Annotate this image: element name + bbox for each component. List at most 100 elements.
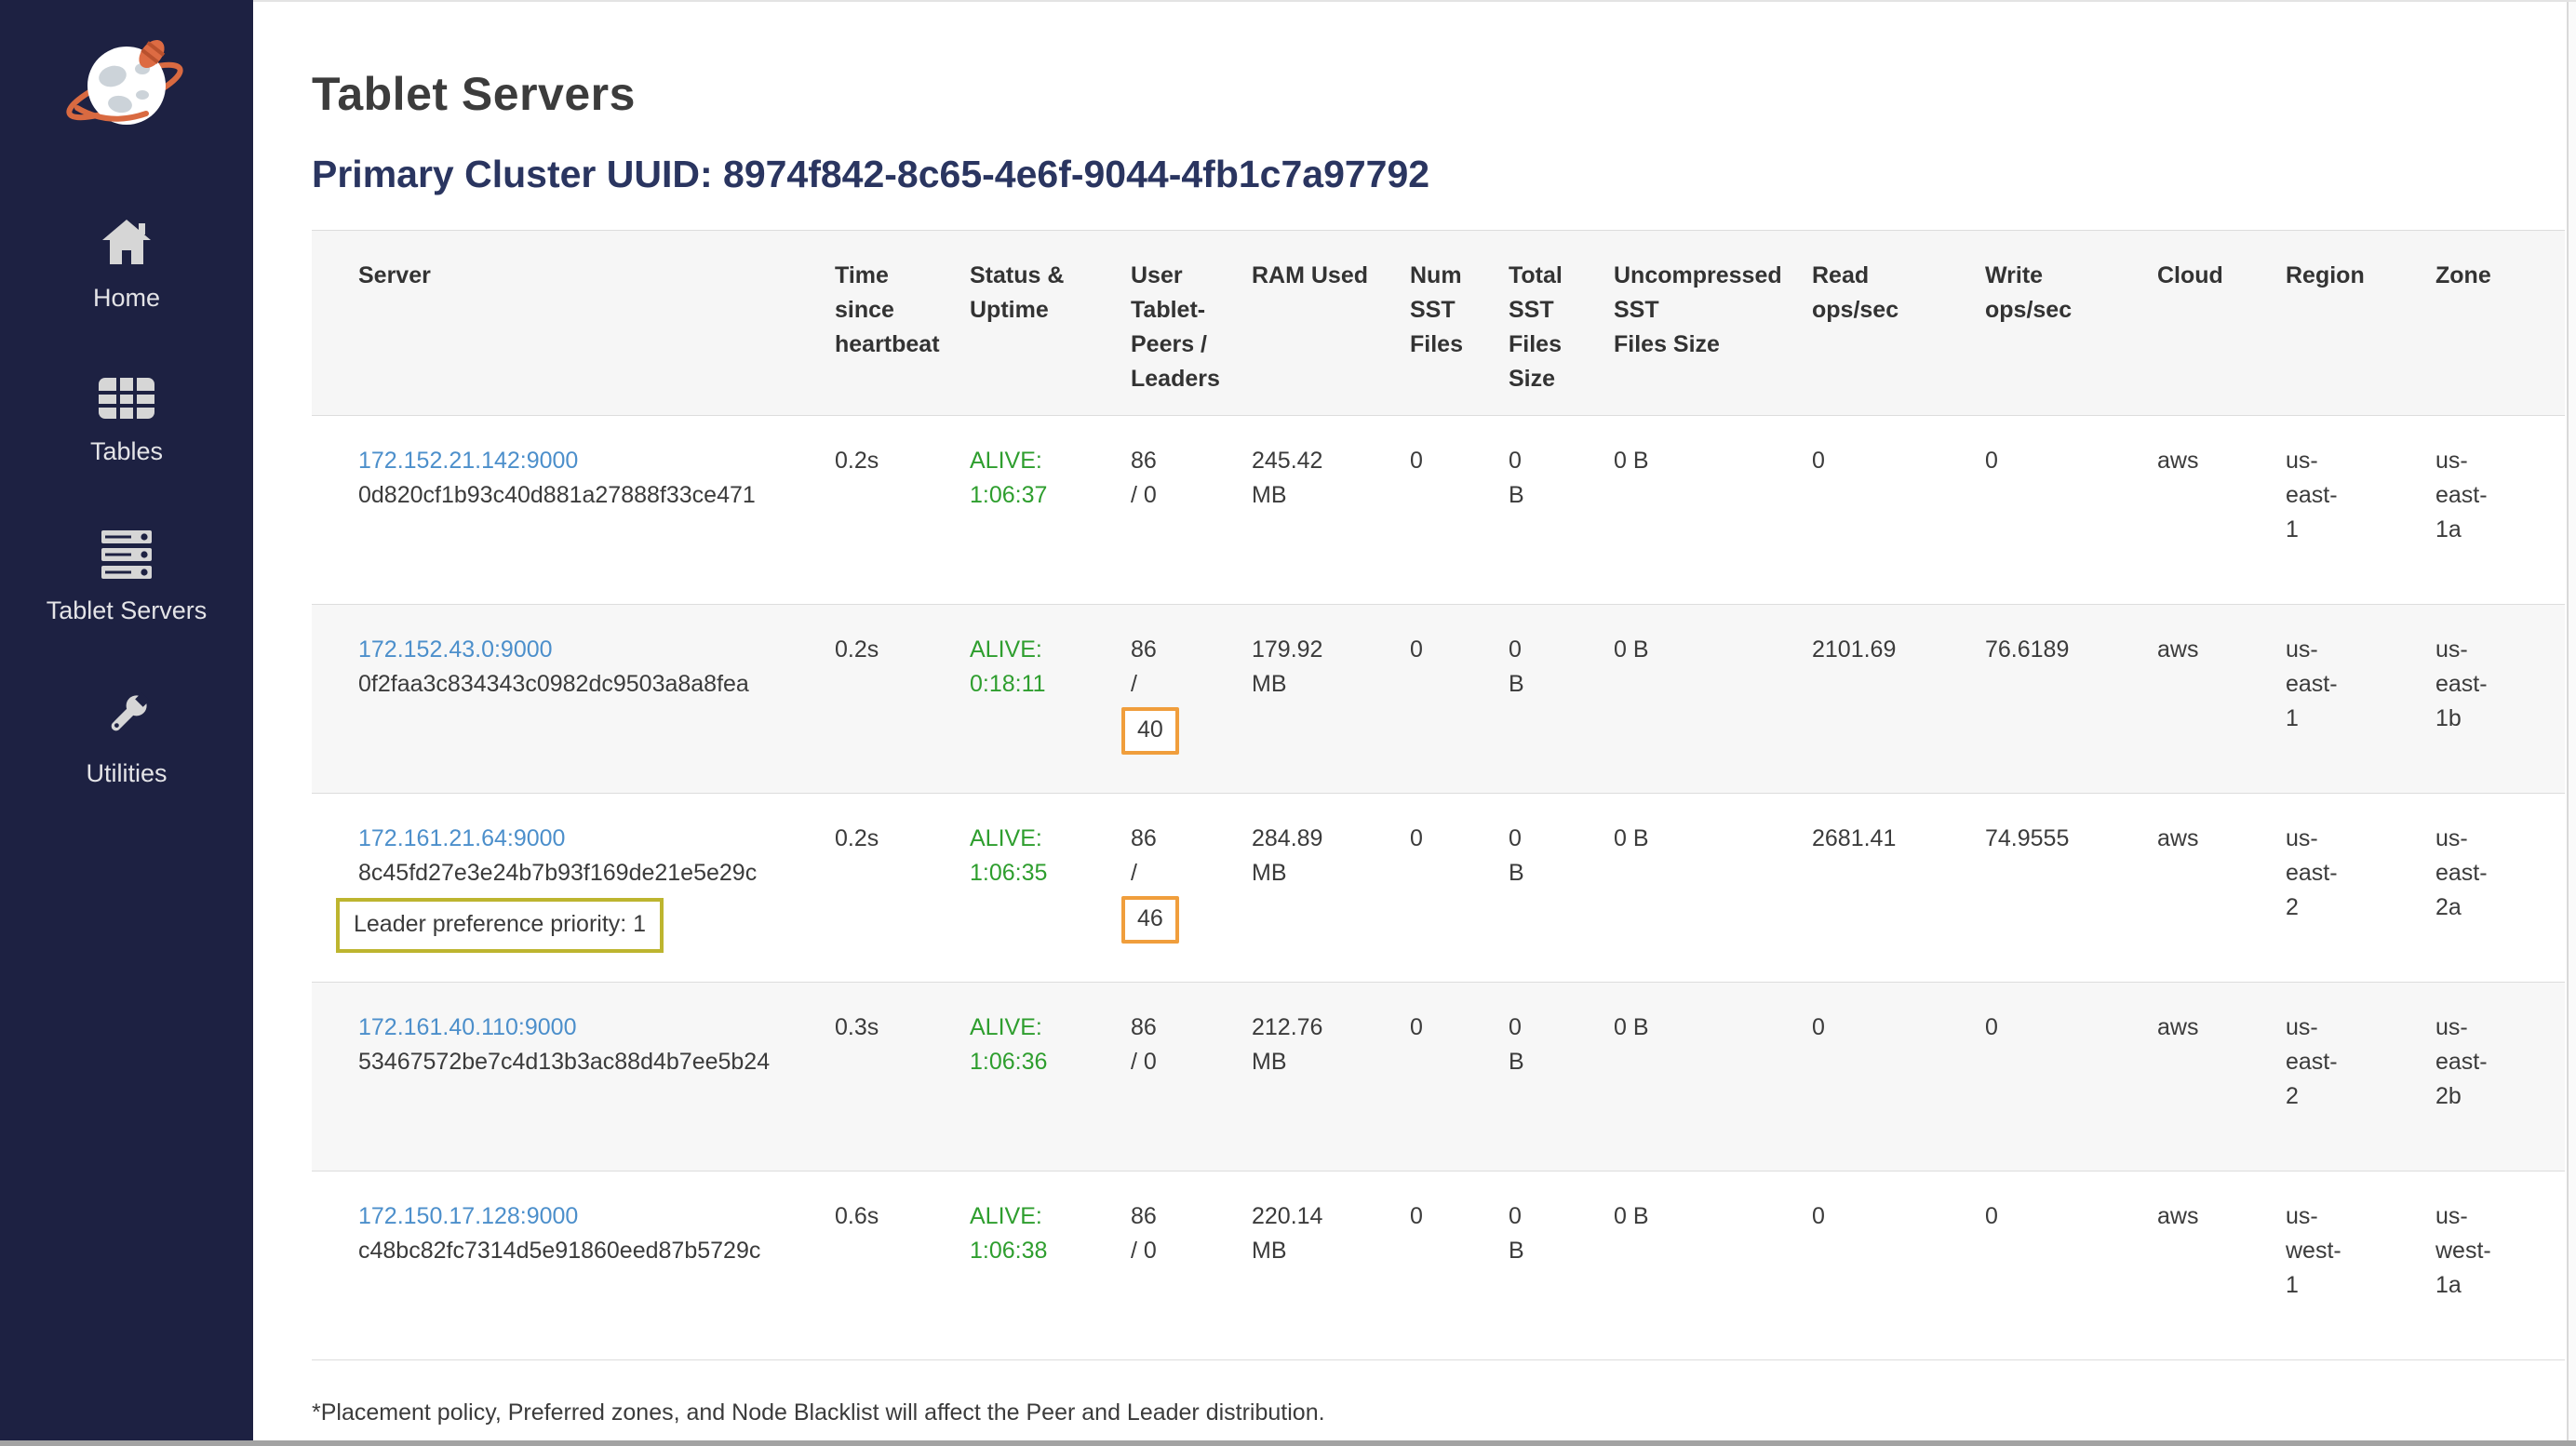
server-uuid: 8c45fd27e3e24b7b93f169de21e5e29c bbox=[358, 856, 825, 890]
sidebar-nav: Home Tables bbox=[47, 218, 208, 787]
heartbeat-cell: 0.2s bbox=[835, 794, 970, 983]
zone-cell: us- west- 1a bbox=[2435, 1172, 2565, 1360]
status-cell: ALIVE: 1:06:36 bbox=[970, 983, 1131, 1172]
sidebar-item-tablet-servers[interactable]: Tablet Servers bbox=[47, 530, 208, 624]
sidebar-item-label: Utilities bbox=[86, 759, 167, 787]
peers-count: 86 bbox=[1131, 633, 1242, 667]
screen-bottom-edge bbox=[0, 1440, 2576, 1446]
write-ops-cell: 76.6189 bbox=[1985, 605, 2157, 794]
server-link[interactable]: 172.161.40.110:9000 bbox=[358, 1014, 577, 1040]
status-cell: ALIVE: 1:06:35 bbox=[970, 794, 1131, 983]
sidebar-item-label: Tables bbox=[90, 437, 163, 465]
placement-note: *Placement policy, Preferred zones, and … bbox=[312, 1399, 2576, 1426]
sidebar-item-tables[interactable]: Tables bbox=[90, 377, 163, 465]
cloud-cell: aws bbox=[2157, 605, 2286, 794]
table-row: 172.150.17.128:9000 c48bc82fc7314d5e91860… bbox=[312, 1172, 2565, 1360]
read-ops-cell: 2681.41 bbox=[1812, 794, 1985, 983]
cloud-cell: aws bbox=[2157, 416, 2286, 605]
uncompressed-sst-size-cell: 0 B bbox=[1614, 1172, 1812, 1360]
region-cell: us- west- 1 bbox=[2286, 1172, 2435, 1360]
read-ops-cell: 2101.69 bbox=[1812, 605, 1985, 794]
read-ops-cell: 0 bbox=[1812, 1172, 1985, 1360]
main-content: Tablet Servers Primary Cluster UUID: 897… bbox=[253, 0, 2576, 1446]
peers-leaders-cell: 86/ 0 bbox=[1131, 983, 1252, 1172]
write-ops-cell: 0 bbox=[1985, 1172, 2157, 1360]
server-link[interactable]: 172.161.21.64:9000 bbox=[358, 825, 565, 851]
num-sst-files-cell: 0 bbox=[1410, 1172, 1509, 1360]
server-link[interactable]: 172.150.17.128:9000 bbox=[358, 1203, 578, 1229]
num-sst-files-cell: 0 bbox=[1410, 605, 1509, 794]
table-row: 172.152.21.142:90000d820cf1b93c40d881a27… bbox=[312, 416, 2565, 605]
sidebar-item-utilities[interactable]: Utilities bbox=[86, 690, 167, 787]
total-sst-size-cell: 0 B bbox=[1509, 416, 1614, 605]
read-ops-cell: 0 bbox=[1812, 416, 1985, 605]
zone-cell: us- east- 2a bbox=[2435, 794, 2565, 983]
total-sst-size-cell: 0 B bbox=[1509, 605, 1614, 794]
zone-cell: us- east- 2b bbox=[2435, 983, 2565, 1172]
total-sst-size-cell: 0 B bbox=[1509, 1172, 1614, 1360]
peers-leaders-cell: 86/46 bbox=[1131, 794, 1252, 983]
column-header: Time since heartbeat bbox=[835, 231, 970, 416]
num-sst-files-cell: 0 bbox=[1410, 983, 1509, 1172]
zone-cell: us- east- 1b bbox=[2435, 605, 2565, 794]
peers-leaders-cell: 86/ 0 bbox=[1131, 1172, 1252, 1360]
heartbeat-cell: 0.6s bbox=[835, 1172, 970, 1360]
peers-count: 86 bbox=[1131, 1199, 1242, 1234]
ram-cell: 284.89 MB bbox=[1252, 794, 1410, 983]
sidebar: Home Tables bbox=[0, 0, 253, 1446]
leaders-separator: / bbox=[1131, 856, 1242, 890]
leaders-separator: / 0 bbox=[1131, 1045, 1242, 1079]
sidebar-item-label: Home bbox=[93, 284, 160, 312]
column-header: Write ops/sec bbox=[1985, 231, 2157, 416]
peers-count: 86 bbox=[1131, 444, 1242, 478]
home-icon bbox=[100, 218, 154, 271]
server-cell: 172.161.21.64:9000 8c45fd27e3e24b7b93f169… bbox=[312, 794, 835, 983]
heartbeat-cell: 0.3s bbox=[835, 983, 970, 1172]
yugabyte-logo[interactable] bbox=[57, 33, 196, 138]
ram-cell: 179.92 MB bbox=[1252, 605, 1410, 794]
column-header: User Tablet- Peers / Leaders bbox=[1131, 231, 1252, 416]
app-window: Home Tables bbox=[0, 0, 2576, 1446]
ram-cell: 220.14 MB bbox=[1252, 1172, 1410, 1360]
server-cell: 172.150.17.128:9000 c48bc82fc7314d5e91860… bbox=[312, 1172, 835, 1360]
tables-icon bbox=[98, 377, 155, 424]
server-cell: 172.152.43.0:9000 0f2faa3c834343c0982dc95… bbox=[312, 605, 835, 794]
status-cell: ALIVE: 0:18:11 bbox=[970, 605, 1131, 794]
peers-count: 86 bbox=[1131, 1011, 1242, 1045]
uncompressed-sst-size-cell: 0 B bbox=[1614, 605, 1812, 794]
column-header: RAM Used bbox=[1252, 231, 1410, 416]
sidebar-item-label: Tablet Servers bbox=[47, 596, 208, 624]
column-header: Status & Uptime bbox=[970, 231, 1131, 416]
primary-cluster-uuid-heading: Primary Cluster UUID: 8974f842-8c65-4e6f… bbox=[312, 153, 2576, 196]
table-row: 172.161.40.110:9000 53467572be7c4d13b3ac8… bbox=[312, 983, 2565, 1172]
server-uuid: c48bc82fc7314d5e91860eed87b5729c bbox=[358, 1234, 825, 1268]
region-cell: us- east- 2 bbox=[2286, 794, 2435, 983]
server-link[interactable]: 172.152.21.142:9000 bbox=[358, 448, 578, 474]
sidebar-item-home[interactable]: Home bbox=[93, 218, 160, 312]
server-cell: 172.152.21.142:90000d820cf1b93c40d881a27… bbox=[312, 416, 835, 605]
scrollbar-track[interactable] bbox=[2567, 0, 2576, 1446]
leaders-count-highlight: 40 bbox=[1121, 707, 1179, 755]
heartbeat-cell: 0.2s bbox=[835, 605, 970, 794]
tablet-servers-table: ServerTime since heartbeatStatus & Uptim… bbox=[312, 230, 2565, 1360]
ram-cell: 245.42 MB bbox=[1252, 416, 1410, 605]
server-cell: 172.161.40.110:9000 53467572be7c4d13b3ac8… bbox=[312, 983, 835, 1172]
server-link[interactable]: 172.152.43.0:9000 bbox=[358, 636, 553, 663]
server-uuid: 53467572be7c4d13b3ac88d4b7ee5b24 bbox=[358, 1045, 825, 1079]
column-header: Cloud bbox=[2157, 231, 2286, 416]
utilities-icon bbox=[101, 690, 153, 746]
server-uuid: 0f2faa3c834343c0982dc9503a8a8fea bbox=[358, 667, 825, 702]
read-ops-cell: 0 bbox=[1812, 983, 1985, 1172]
column-header: Zone bbox=[2435, 231, 2565, 416]
globe-rocket-logo-icon bbox=[57, 33, 196, 138]
leaders-separator: / 0 bbox=[1131, 478, 1242, 513]
column-header: Region bbox=[2286, 231, 2435, 416]
column-header: Uncompressed SST Files Size bbox=[1614, 231, 1812, 416]
peers-count: 86 bbox=[1131, 822, 1242, 856]
num-sst-files-cell: 0 bbox=[1410, 416, 1509, 605]
region-cell: us- east- 2 bbox=[2286, 983, 2435, 1172]
table-header-row: ServerTime since heartbeatStatus & Uptim… bbox=[312, 231, 2565, 416]
leaders-separator: / 0 bbox=[1131, 1234, 1242, 1268]
cloud-cell: aws bbox=[2157, 983, 2286, 1172]
total-sst-size-cell: 0 B bbox=[1509, 794, 1614, 983]
